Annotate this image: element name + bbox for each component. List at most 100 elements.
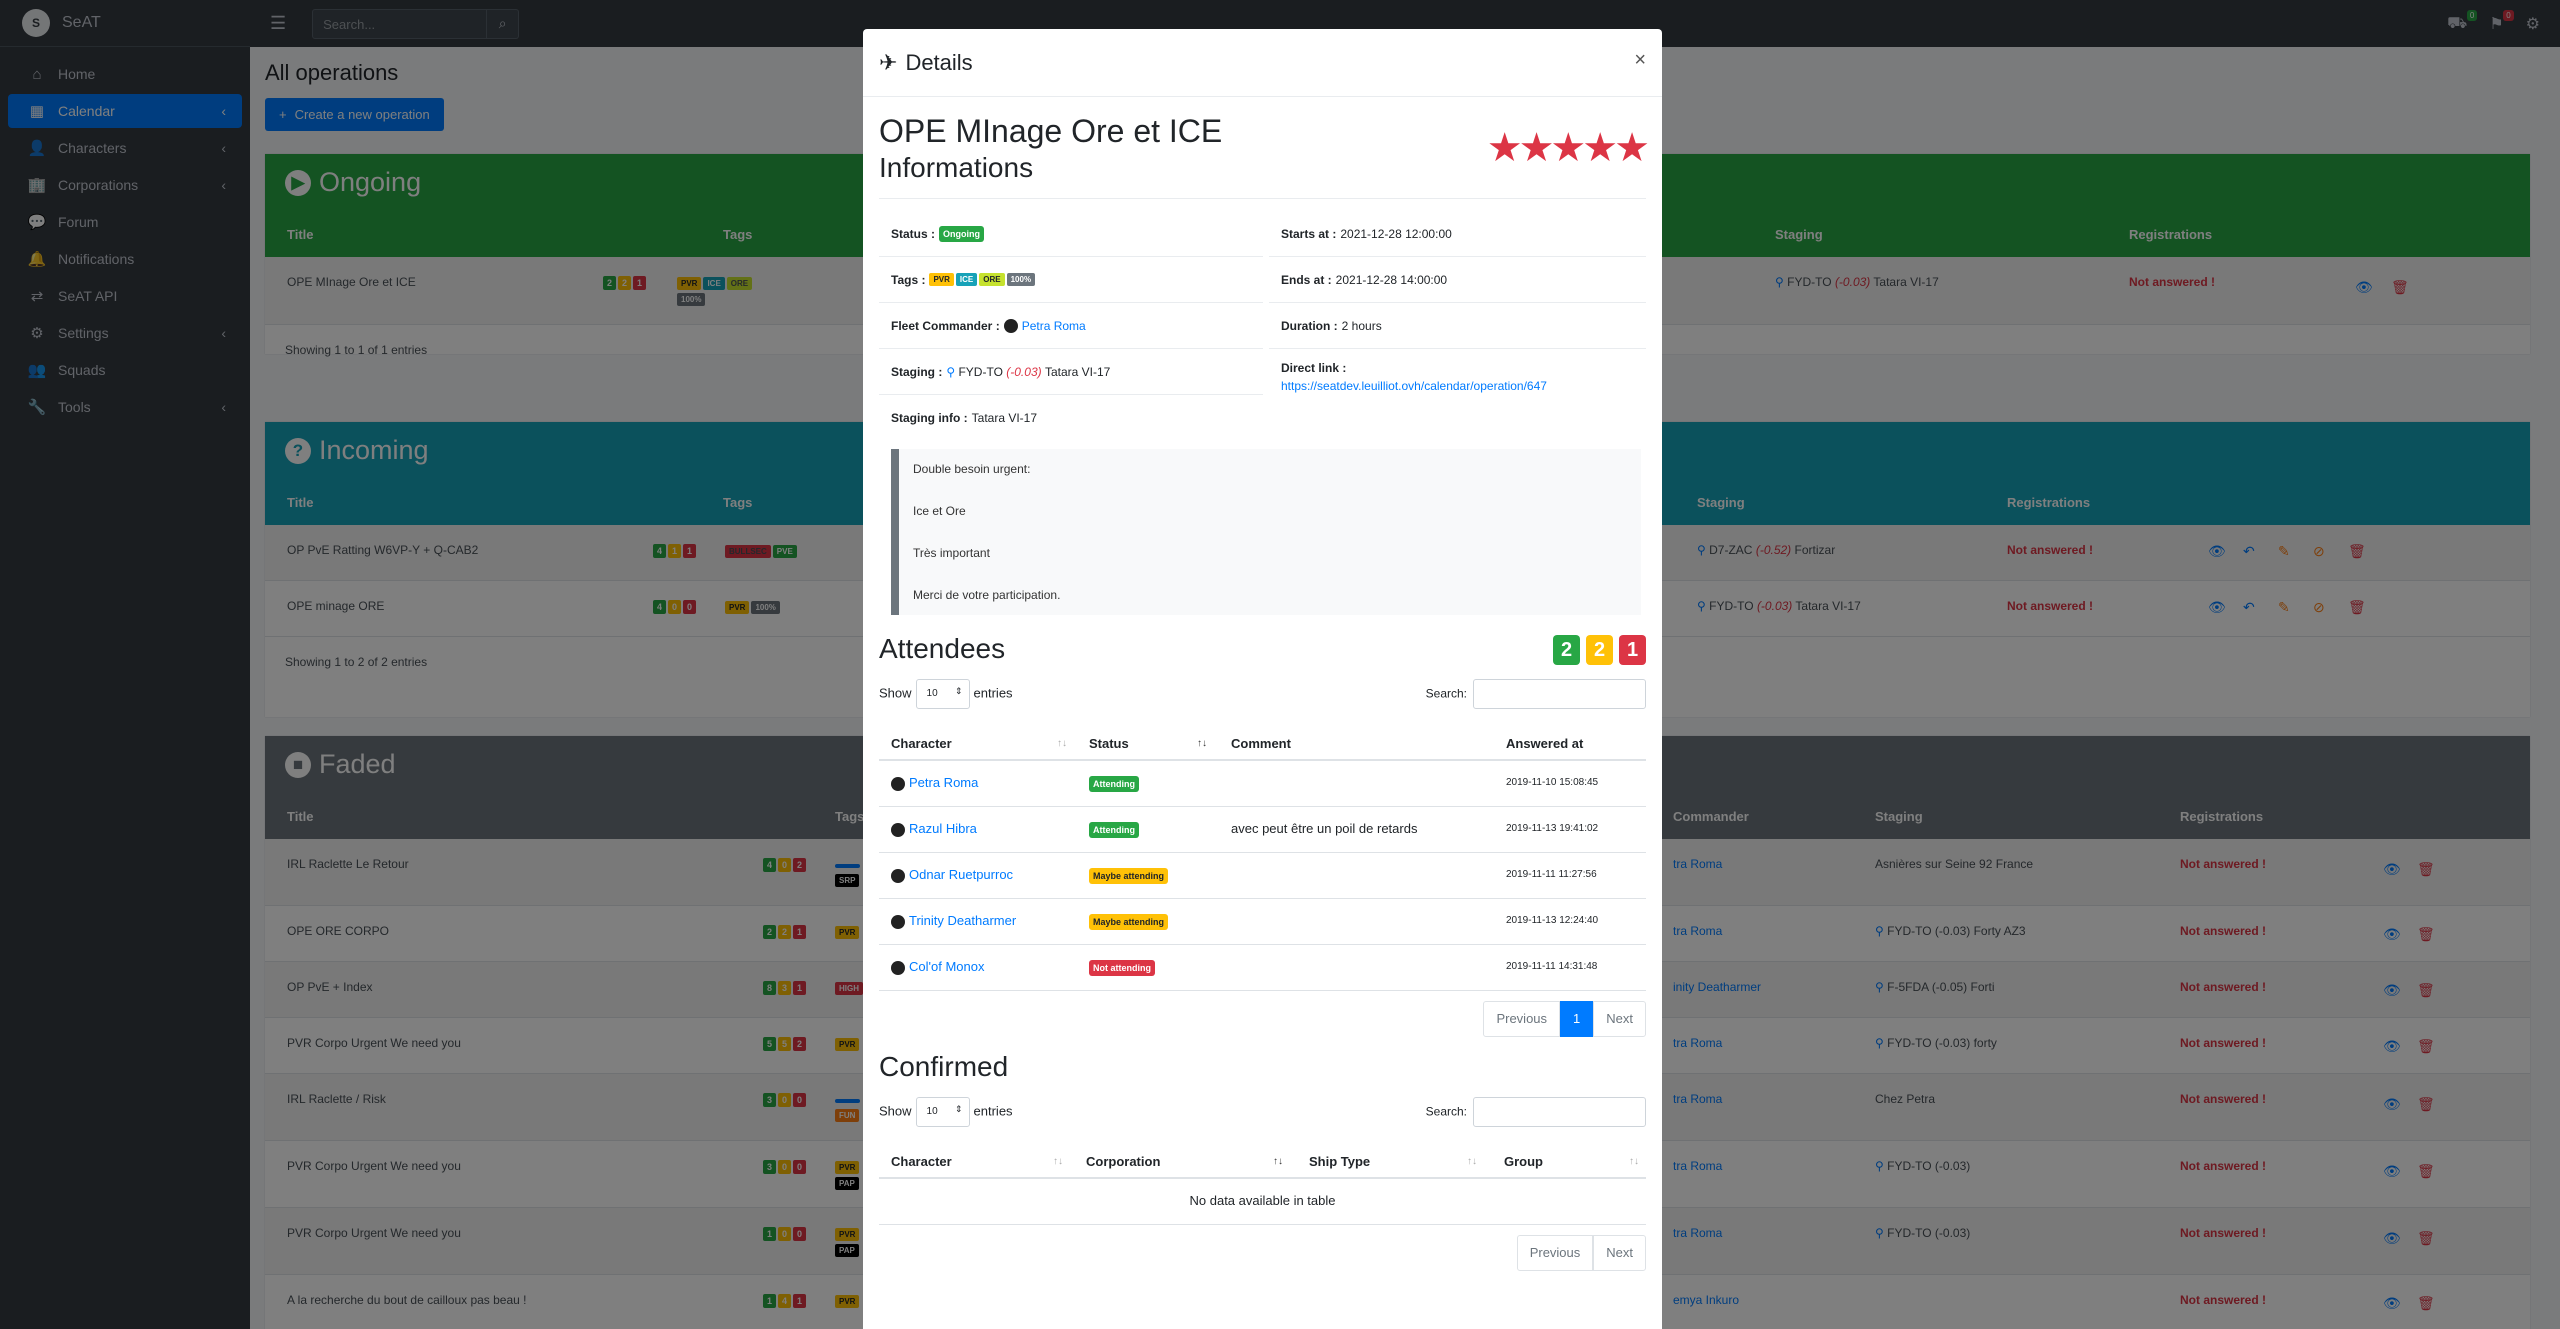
col-status[interactable]: Status [1089, 736, 1129, 751]
status-label: Status : [891, 226, 936, 241]
entries-select[interactable]: 10 ⇕ [915, 1097, 970, 1127]
col-group[interactable]: Group [1504, 1154, 1543, 1169]
search-label: Search: [1425, 1104, 1467, 1119]
character-cell: Trinity Deatharmer [891, 913, 1016, 929]
ends-row: Ends at :2021-12-28 14:00:00 [1269, 257, 1646, 303]
tags-label: Tags : [891, 272, 926, 287]
confirmed-title: Confirmed [879, 1051, 1009, 1082]
avatar [891, 776, 905, 791]
status-cell: Attending [1089, 821, 1139, 838]
show-label: Show [879, 685, 912, 701]
table-row: Odnar Ruetpurroc Maybe attending 2019-11… [879, 853, 1646, 899]
staging-info-row: Staging info : Tatara VI-17 [879, 395, 1263, 441]
table-row: Col'of Monox Not attending 2019-11-11 14… [879, 945, 1646, 991]
status-badge: Maybe attending [1089, 914, 1169, 930]
staging-row: Staging : ⚲ FYD-TO (-0.03) Tatara VI-17 [879, 349, 1263, 395]
direct-link[interactable]: https://seatdev.leuilliot.ovh/calendar/o… [1281, 379, 1547, 393]
next-button[interactable]: Next [1593, 1001, 1646, 1037]
duration-row: Duration :2 hours [1269, 303, 1646, 349]
close-button[interactable]: × [1634, 49, 1646, 72]
attendees-table: Character ↑↓ Status ↑↓ Comment Answered at… [879, 727, 1646, 991]
col-comment[interactable]: Comment [1231, 736, 1291, 751]
attending-count: 2 [1553, 635, 1580, 665]
empty-row: No data available in table [879, 1179, 1646, 1225]
sort-icon: ↑↓ [1629, 1155, 1639, 1167]
tag: 100% [1006, 273, 1036, 286]
character-link[interactable]: Razul Hibra [909, 821, 977, 836]
modal-title: Details [905, 49, 973, 75]
status-cell: Attending [1089, 775, 1139, 792]
search-label: Search: [1425, 686, 1467, 701]
staging-info-value: Tatara VI-17 [971, 411, 1038, 425]
status-badge: Ongoing [939, 225, 985, 242]
staging-label: Staging : [891, 364, 943, 379]
avatar [1003, 318, 1018, 333]
ends-value: 2021-12-28 14:00:00 [1335, 272, 1448, 287]
description-line: Ice et Ore [913, 504, 966, 518]
col-corporation[interactable]: Corporation [1086, 1154, 1160, 1169]
answered-at-cell: 2019-11-11 11:27:56 [1506, 869, 1597, 880]
col-ship-type[interactable]: Ship Type [1309, 1154, 1370, 1169]
confirmed-search-input[interactable] [1473, 1097, 1646, 1127]
avatar [891, 868, 905, 883]
fc-label: Fleet Commander : [891, 318, 1000, 333]
character-link[interactable]: Col'of Monox [909, 959, 984, 974]
tags-row: Tags : PVR ICE ORE 100% [879, 257, 1263, 303]
entries-value: 10 [926, 688, 938, 699]
previous-button[interactable]: Previous [1483, 1001, 1561, 1037]
staging-system: FYD-TO [958, 364, 1003, 379]
entries-value: 10 [926, 1106, 938, 1117]
show-label: Show [879, 1103, 912, 1119]
entries-select[interactable]: 10 ⇕ [915, 679, 970, 709]
staging-info-label: Staging info : [891, 411, 968, 425]
attendees-pagination: Previous 1 Next [879, 1001, 1646, 1037]
character-cell: Odnar Ruetpurroc [891, 867, 1013, 883]
space-shuttle-icon: ✈ [879, 49, 898, 75]
attendee-counters: 2 2 1 [1553, 635, 1646, 665]
col-character[interactable]: Character [891, 736, 952, 751]
staging-security: (-0.03) [1006, 364, 1042, 379]
status-row: Status : Ongoing [879, 211, 1263, 257]
table-row: Razul Hibra Attending avec peut être un … [879, 807, 1646, 853]
length-control: Show 10 ⇕ entries [879, 679, 1013, 709]
tag: ORE [979, 273, 1005, 286]
sort-icon: ↑↓ [1057, 737, 1067, 749]
description-callout: Double besoin urgent: Ice et Ore Très im… [891, 449, 1641, 615]
sort-icon: ↑↓ [1467, 1155, 1477, 1167]
character-link[interactable]: Trinity Deatharmer [909, 913, 1016, 928]
status-badge: Attending [1089, 822, 1139, 838]
ends-label: Ends at : [1281, 272, 1332, 287]
character-link[interactable]: Petra Roma [909, 775, 978, 790]
attendees-title: Attendees [879, 633, 1006, 664]
info-grid: Status : Ongoing Starts at :2021-12-28 12… [879, 199, 1646, 439]
description-line: Très important [913, 546, 990, 560]
answered-at-cell: 2019-11-13 19:41:02 [1506, 823, 1599, 834]
no-data-message: No data available in table [1189, 1193, 1336, 1208]
description-line: Merci de votre participation. [913, 588, 1061, 602]
sort-arrows-icon: ⇕ [954, 686, 963, 696]
avatar [891, 822, 905, 837]
sort-icon: ↑↓ [1053, 1155, 1063, 1167]
rating-stars[interactable]: ★★★★★ [1487, 125, 1650, 171]
next-button[interactable]: Next [1593, 1235, 1646, 1271]
duration-value: 2 hours [1341, 318, 1382, 333]
fc-link[interactable]: Petra Roma [1022, 319, 1086, 333]
attendees-search-input[interactable] [1473, 679, 1646, 709]
character-link[interactable]: Odnar Ruetpurroc [909, 867, 1013, 882]
status-badge: Maybe attending [1089, 868, 1169, 884]
confirmed-table: Character ↑↓ Corporation ↑↓ Ship Type ↑↓ Gr… [879, 1145, 1646, 1225]
col-answered-at[interactable]: Answered at [1506, 736, 1583, 751]
search-control: Search: [1426, 679, 1646, 709]
starts-row: Starts at :2021-12-28 12:00:00 [1269, 211, 1646, 257]
sort-asc-icon: ↑↓ [1197, 737, 1207, 749]
page-1-button[interactable]: 1 [1560, 1001, 1594, 1037]
status-cell: Not attending [1089, 959, 1155, 976]
table-row: Petra Roma Attending 2019-11-10 15:08:45 [879, 761, 1646, 807]
previous-button[interactable]: Previous [1516, 1235, 1594, 1271]
description-line: Double besoin urgent: [913, 462, 1031, 476]
sort-arrows-icon: ⇕ [954, 1104, 963, 1114]
modal-body: OPE MInage Ore et ICE ★★★★★ Informations… [863, 113, 1662, 1271]
staging-location: Tatara VI-17 [1044, 364, 1111, 379]
col-character[interactable]: Character [891, 1154, 952, 1169]
attendees-table-header: Character ↑↓ Status ↑↓ Comment Answered at [879, 727, 1646, 761]
